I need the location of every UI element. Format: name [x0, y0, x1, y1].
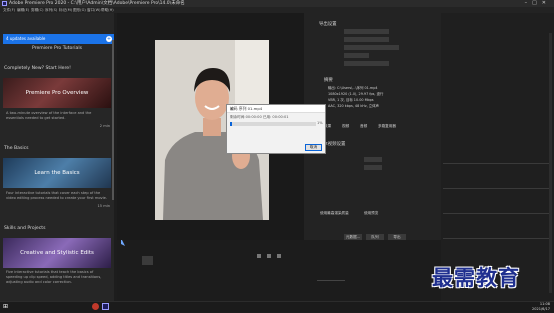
updates-label: 4 updates available [6, 36, 46, 41]
section-basics-heading: The Basics [4, 146, 29, 151]
use-previews-checkbox[interactable]: 使用预览 [364, 211, 378, 216]
app-icon[interactable] [92, 303, 99, 310]
premiere-taskbar-icon[interactable] [102, 303, 109, 310]
card-description: Four interactive tutorials that cover ea… [6, 191, 107, 200]
taskbar: ⊞ 11:08 2021/6/17 [0, 301, 554, 312]
window-controls[interactable]: –□✕ [525, 0, 551, 7]
learn-panel: 4 updates available + Premiere Pro Tutor… [0, 13, 114, 311]
windows-start-icon[interactable]: ⊞ [3, 303, 8, 310]
match-sequence-field[interactable] [344, 29, 389, 34]
dialog-time-remaining: 剩余时间:00:00:00 已用: 00:00:01 [230, 115, 289, 119]
tutorial-card-creative[interactable]: Creative and Stylistic Edits [3, 238, 111, 268]
minimize-icon[interactable]: – [525, 0, 533, 6]
encoding-dialog: 编码 序列 01.mp4 ✕ 剩余时间:00:00:00 已用: 00:00:0… [226, 104, 326, 154]
close-icon[interactable]: ✕ [230, 105, 323, 112]
summary-label: 摘要 [324, 78, 333, 83]
comments-field[interactable] [344, 53, 369, 58]
learn-scrollbar[interactable] [112, 40, 114, 200]
encoding-progress-bar [230, 122, 316, 126]
maximize-icon[interactable]: □ [532, 0, 542, 6]
card-title: Premiere Pro Overview [25, 90, 89, 96]
tutorial-card-basics[interactable]: Learn the Basics [3, 158, 111, 188]
tab-audio[interactable]: 音频 [360, 124, 367, 129]
cancel-button[interactable]: 取消 [305, 144, 322, 151]
tab-video[interactable]: 视频 [342, 124, 349, 129]
premiere-logo-icon [2, 1, 7, 6]
project-panel [117, 240, 441, 300]
height-field[interactable] [364, 165, 382, 170]
max-quality-checkbox[interactable]: 使用最高渲染质量 [320, 211, 349, 216]
width-field[interactable] [364, 157, 382, 162]
summary-line: AAC, 320 kbps, 48 kHz, 立体声 [328, 104, 379, 108]
dialog-header: 编码 序列 01.mp4 ✕ [227, 105, 325, 113]
card-duration: 2 min [99, 124, 110, 128]
card-title: Creative and Stylistic Edits [20, 250, 94, 256]
title-bar: Adobe Premiere Pro 2020 - C:\用户\Admin\文档… [0, 0, 554, 7]
summary-output: 输出: C:\Users\...\序列 01.mp4 [328, 86, 378, 90]
close-icon[interactable]: ✕ [542, 0, 551, 6]
card-description: A two-minute overview of the interface a… [6, 111, 92, 120]
card-description: Five interactive tutorials that teach th… [6, 270, 102, 284]
preset-dropdown[interactable] [344, 45, 399, 50]
window-title: Adobe Premiere Pro 2020 - C:\用户\Admin\文档… [9, 1, 185, 6]
clock-date: 2021/6/17 [532, 307, 550, 311]
progress-fill [230, 122, 232, 126]
tool-icons [121, 240, 345, 281]
section-new-heading: Completely New? Start Here! [4, 66, 71, 71]
tutorial-card-overview[interactable]: Premiere Pro Overview [3, 78, 111, 108]
updates-banner[interactable]: 4 updates available + [3, 34, 114, 44]
card-duration: 15 min [97, 204, 111, 208]
tab-multiplexer[interactable]: 多路复用器 [378, 124, 396, 129]
summary-line: VBR, 1 次, 目标 10.00 Mbps [328, 98, 374, 102]
summary-line: 1080x1920 (1.0), 29.97 fps, 逐行 [328, 92, 384, 96]
watermark-logo: 最需教育 [432, 265, 520, 290]
export-settings-title: 导出设置 [319, 22, 337, 27]
card-title: Learn the Basics [34, 170, 80, 176]
section-skills-heading: Skills and Projects [4, 226, 46, 231]
format-dropdown[interactable] [344, 37, 389, 42]
tutorials-heading: Premiere Pro Tutorials [32, 46, 82, 51]
progress-percent: 1% [317, 121, 323, 125]
output-name-field[interactable] [344, 61, 389, 66]
